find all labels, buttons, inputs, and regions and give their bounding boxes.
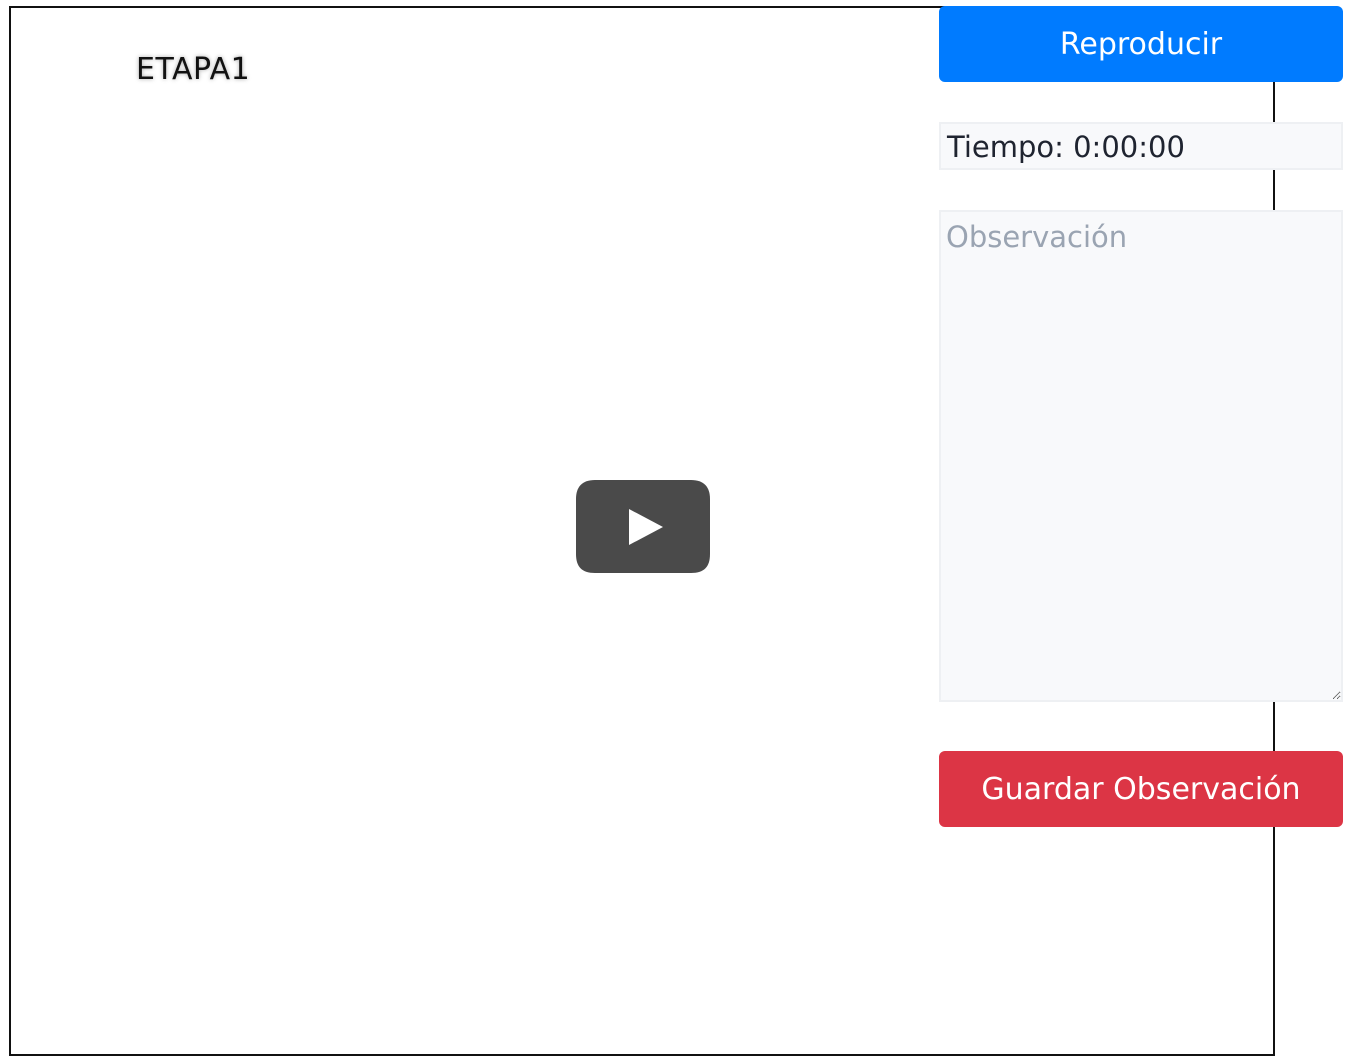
time-display: Tiempo: 0:00:00 bbox=[939, 122, 1343, 170]
youtube-play-icon bbox=[575, 479, 711, 574]
save-observation-button[interactable]: Guardar Observación bbox=[939, 751, 1343, 827]
observation-field[interactable] bbox=[939, 210, 1343, 702]
control-panel: Reproducir bbox=[939, 6, 1343, 82]
video-play-button[interactable] bbox=[575, 479, 711, 574]
play-button[interactable]: Reproducir bbox=[939, 6, 1343, 82]
video-title: ETAPA1 bbox=[136, 52, 251, 87]
